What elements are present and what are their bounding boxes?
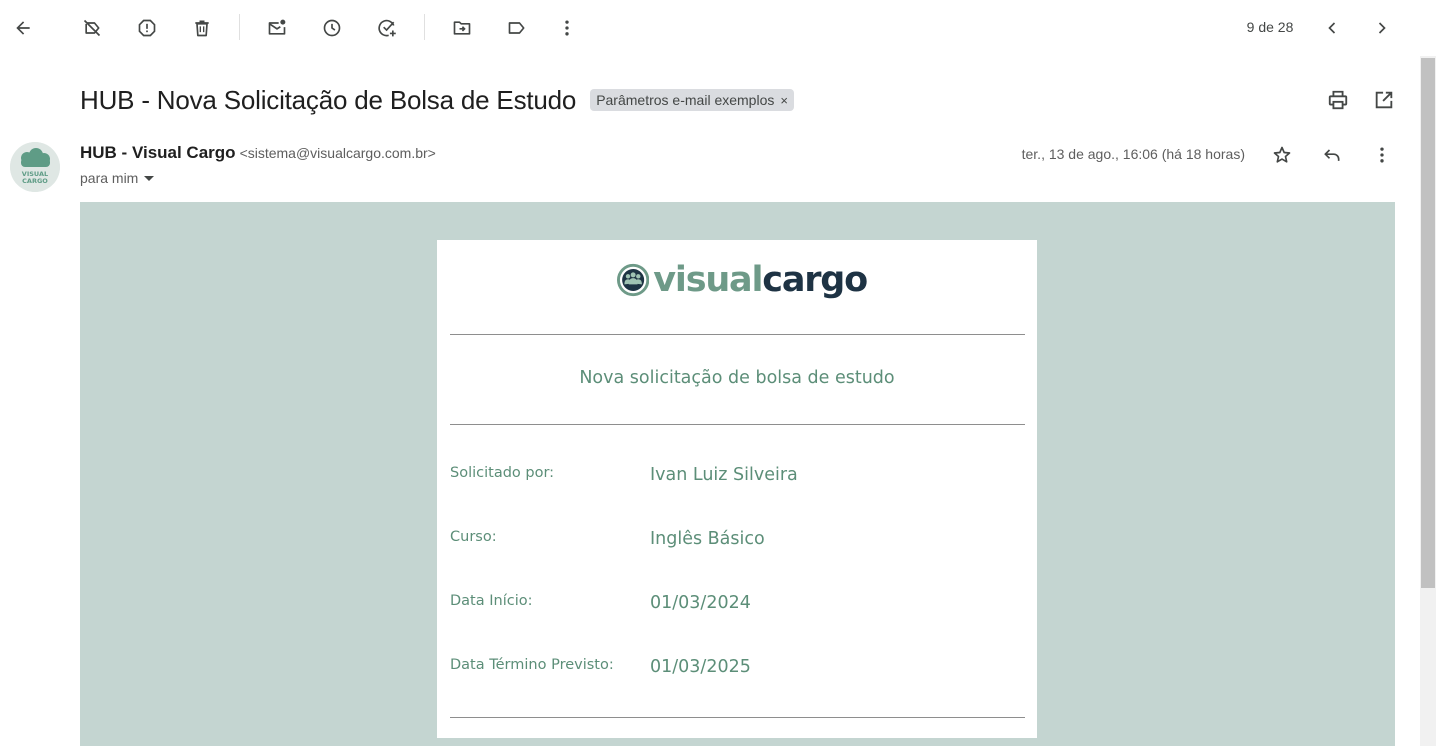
logo-word-visual: visual <box>653 260 763 300</box>
logo-word-cargo: cargo <box>762 260 868 300</box>
field-value-course: Inglês Básico <box>650 529 765 549</box>
avatar[interactable]: VISUAL CARGO <box>10 142 60 192</box>
field-label-end-date: Data Término Previsto: <box>450 657 614 673</box>
email-body: visualcargo Nova solicitação de bolsa de… <box>80 202 1395 746</box>
subject-row: HUB - Nova Solicitação de Bolsa de Estud… <box>80 82 794 118</box>
report-spam-icon[interactable] <box>127 8 167 48</box>
reply-icon[interactable] <box>1312 135 1352 175</box>
field-label-course: Curso: <box>450 529 497 545</box>
email-card: visualcargo Nova solicitação de bolsa de… <box>437 240 1037 738</box>
field-value-end-date: 01/03/2025 <box>650 657 751 677</box>
add-to-tasks-icon[interactable] <box>367 8 407 48</box>
move-to-icon[interactable] <box>442 8 482 48</box>
email-date: ter., 13 de ago., 16:06 (há 18 horas) <box>1021 146 1245 162</box>
chevron-right-icon[interactable] <box>1362 8 1402 48</box>
toolbar-separator <box>239 14 240 40</box>
chevron-left-icon[interactable] <box>1312 8 1352 48</box>
label-chip[interactable]: Parâmetros e-mail exemplos × <box>590 89 794 111</box>
sender-row: HUB - Visual Cargo <sistema@visualcargo.… <box>80 143 436 165</box>
toolbar: 9 de 28 <box>0 0 1420 56</box>
sender-name[interactable]: HUB - Visual Cargo <box>80 143 236 163</box>
divider <box>450 334 1025 335</box>
toolbar-separator <box>424 14 425 40</box>
mark-unread-icon[interactable] <box>257 8 297 48</box>
divider <box>450 424 1025 425</box>
message-more-vert-icon[interactable] <box>1362 135 1402 175</box>
recipient-details[interactable]: para mim <box>80 170 155 186</box>
open-in-new-window-icon[interactable] <box>1364 80 1404 120</box>
sender-email: <sistema@visualcargo.com.br> <box>239 145 436 161</box>
star-icon[interactable] <box>1262 135 1302 175</box>
field-value-requested-by: Ivan Luiz Silveira <box>650 465 798 485</box>
field-label-start-date: Data Início: <box>450 593 533 609</box>
avatar-text-line2: CARGO <box>22 177 48 185</box>
logo-people-icon <box>617 263 650 297</box>
scrollbar[interactable] <box>1420 56 1436 746</box>
scrollbar-thumb[interactable] <box>1421 58 1435 588</box>
recipient-label: para mim <box>80 170 139 186</box>
field-value-start-date: 01/03/2024 <box>650 593 751 613</box>
pager-count: 9 de 28 <box>1246 19 1294 35</box>
label-off-icon[interactable] <box>72 8 112 48</box>
print-icon[interactable] <box>1318 80 1358 120</box>
email-subject: HUB - Nova Solicitação de Bolsa de Estud… <box>80 84 577 115</box>
back-arrow-icon[interactable] <box>3 8 43 48</box>
label-icon[interactable] <box>497 8 537 48</box>
remove-label-icon[interactable]: × <box>780 93 788 108</box>
snooze-icon[interactable] <box>312 8 352 48</box>
caret-down-icon[interactable] <box>144 175 155 181</box>
more-vert-icon[interactable] <box>547 8 587 48</box>
divider <box>450 717 1025 718</box>
card-title: Nova solicitação de bolsa de estudo <box>579 368 895 388</box>
delete-icon[interactable] <box>182 8 222 48</box>
visual-cargo-logo: visualcargo <box>617 252 868 308</box>
field-label-requested-by: Solicitado por: <box>450 465 555 481</box>
label-chip-text: Parâmetros e-mail exemplos <box>596 92 775 108</box>
